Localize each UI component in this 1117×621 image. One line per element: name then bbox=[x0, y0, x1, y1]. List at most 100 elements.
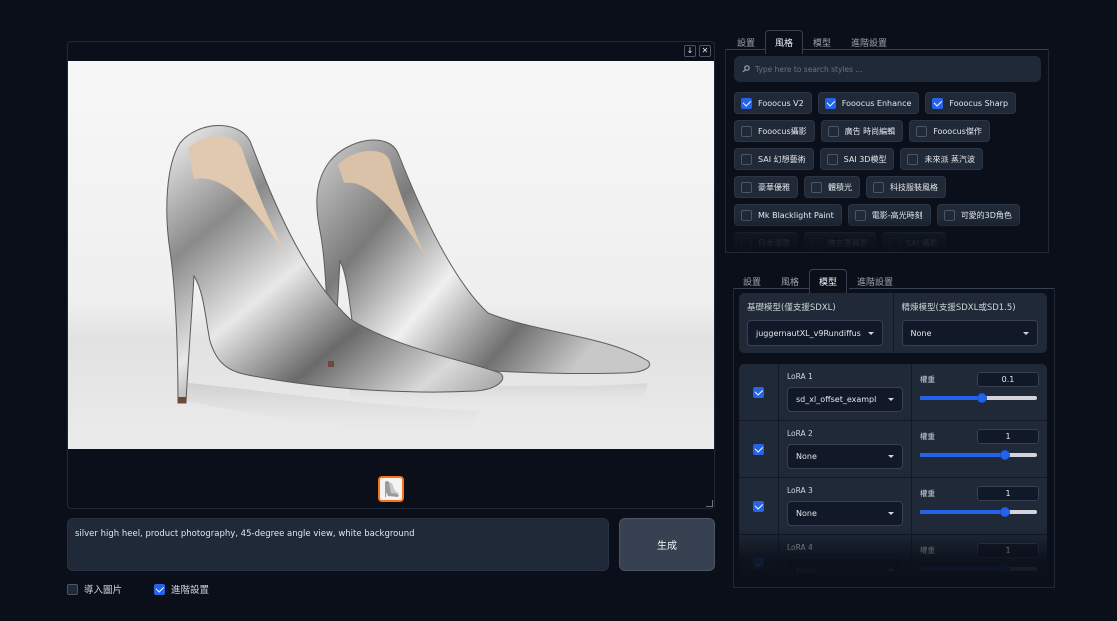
generate-button[interactable]: 生成 bbox=[619, 518, 715, 571]
lora-value: None bbox=[796, 452, 817, 461]
lora-enable-checkbox[interactable] bbox=[753, 443, 764, 455]
resize-handle[interactable] bbox=[706, 500, 713, 507]
style-search[interactable] bbox=[734, 56, 1041, 82]
lora-enable-cell bbox=[739, 478, 779, 534]
style-chip[interactable]: Mk Blacklight Paint bbox=[734, 204, 842, 226]
lora-dropdown[interactable]: None bbox=[787, 558, 903, 583]
chevron-down-icon bbox=[888, 512, 894, 515]
style-chip[interactable]: 未來派 蒸汽波 bbox=[900, 148, 984, 170]
advanced-checkbox[interactable] bbox=[154, 583, 165, 595]
slider-handle[interactable] bbox=[1000, 564, 1011, 574]
download-icon[interactable]: ↓ bbox=[684, 45, 696, 57]
weight-slider[interactable] bbox=[920, 564, 1037, 574]
chevron-down-icon bbox=[888, 569, 894, 572]
style-checkbox[interactable] bbox=[873, 181, 884, 193]
style-checkbox[interactable] bbox=[741, 97, 752, 109]
style-chip-label: 豪華優雅 bbox=[758, 182, 790, 192]
style-chip-label: 隋古董攝影 bbox=[828, 238, 868, 248]
lora-weight-cell: 權重 1 bbox=[912, 421, 1047, 477]
preview-image[interactable] bbox=[68, 61, 714, 449]
style-checkbox[interactable] bbox=[741, 125, 752, 137]
gallery-thumbnail[interactable] bbox=[378, 476, 404, 502]
weight-input[interactable]: 0.1 bbox=[977, 372, 1039, 387]
base-model-dropdown[interactable]: juggernautXL_v9Rundiffus bbox=[747, 320, 883, 346]
style-chip-row: Fooocus攝影 廣告 時尚編輯 Fooocus傑作 bbox=[734, 120, 1046, 142]
slider-handle[interactable] bbox=[1000, 450, 1011, 460]
refiner-model-value: None bbox=[910, 328, 932, 338]
style-chip[interactable]: SAI 攝影 bbox=[882, 232, 946, 252]
advanced-option[interactable]: 進階設置 bbox=[154, 582, 209, 596]
style-chip[interactable]: 隋古董攝影 bbox=[804, 232, 876, 252]
chevron-down-icon bbox=[868, 331, 874, 335]
lora-row: LoRA 2 None 權重 1 bbox=[739, 421, 1047, 478]
style-chip[interactable]: 體積光 bbox=[804, 176, 860, 198]
style-checkbox[interactable] bbox=[943, 209, 955, 221]
image-gallery: ↓ ✕ bbox=[67, 41, 715, 509]
close-icon[interactable]: ✕ bbox=[699, 45, 711, 57]
style-checkbox[interactable] bbox=[741, 237, 752, 249]
style-chip[interactable]: 電影-高光時刻 bbox=[847, 204, 931, 226]
style-chip[interactable]: Fooocus傑作 bbox=[909, 120, 990, 142]
style-checkbox[interactable] bbox=[932, 97, 944, 109]
lora-dropdown[interactable]: None bbox=[787, 444, 903, 469]
style-checkbox[interactable] bbox=[889, 237, 900, 249]
lora-enable-checkbox[interactable] bbox=[753, 557, 764, 569]
style-checkbox[interactable] bbox=[741, 181, 752, 193]
style-checkbox[interactable] bbox=[907, 153, 919, 165]
style-chip-row: SAI 幻想藝術 SAI 3D模型 未來派 蒸汽波 bbox=[734, 148, 1046, 170]
weight-label: 權重 bbox=[920, 432, 935, 441]
style-chip[interactable]: 可愛的3D角色 bbox=[936, 204, 1020, 226]
style-checkbox[interactable] bbox=[854, 209, 866, 221]
style-checkbox[interactable] bbox=[811, 237, 822, 249]
lora-dropdown[interactable]: None bbox=[787, 501, 903, 526]
style-chip[interactable]: Fooocus攝影 bbox=[734, 120, 815, 142]
style-chip-label: SAI 幻想藝術 bbox=[758, 154, 806, 164]
style-chip[interactable]: 日本漫畫 bbox=[734, 232, 798, 252]
style-search-input[interactable] bbox=[755, 64, 1035, 74]
style-checkbox[interactable] bbox=[811, 181, 822, 193]
lora-enable-checkbox[interactable] bbox=[753, 500, 764, 512]
style-chip[interactable]: SAI 幻想藝術 bbox=[734, 148, 814, 170]
weight-slider[interactable] bbox=[920, 450, 1037, 460]
lora-weight-cell: 權重 1 bbox=[912, 535, 1047, 587]
style-panel: Fooocus V2Fooocus Enhance Fooocus Sharp Fo… bbox=[725, 49, 1049, 253]
slider-handle[interactable] bbox=[1000, 507, 1011, 517]
style-chip[interactable]: Fooocus Enhance bbox=[817, 92, 920, 114]
style-chip[interactable]: 科技服裝風格 bbox=[866, 176, 946, 198]
input-image-option[interactable]: 導入圖片 bbox=[67, 582, 122, 596]
lora-list: LoRA 1 sd_xl_offset_exampl 權重 0.1 LoRA 2 None… bbox=[739, 364, 1047, 587]
gallery-toolbar: ↓ ✕ bbox=[684, 45, 711, 57]
weight-slider[interactable] bbox=[920, 507, 1037, 517]
style-checkbox[interactable] bbox=[741, 153, 752, 165]
style-checkbox[interactable] bbox=[741, 209, 752, 221]
thumbnail-heels-icon bbox=[385, 480, 399, 497]
weight-input[interactable]: 1 bbox=[977, 543, 1039, 558]
style-checkbox[interactable] bbox=[916, 125, 928, 137]
lora-label: LoRA 4 bbox=[787, 543, 813, 552]
slider-handle[interactable] bbox=[977, 393, 987, 403]
lora-row: LoRA 1 sd_xl_offset_exampl 權重 0.1 bbox=[739, 364, 1047, 421]
chevron-down-icon bbox=[888, 455, 894, 458]
prompt-input[interactable]: silver high heel, product photography, 4… bbox=[67, 518, 609, 571]
weight-input[interactable]: 1 bbox=[977, 429, 1039, 444]
lora-dropdown[interactable]: sd_xl_offset_exampl bbox=[787, 387, 903, 412]
style-chip[interactable]: 豪華優雅 bbox=[734, 176, 798, 198]
style-chip[interactable]: Fooocus Sharp bbox=[925, 92, 1017, 114]
weight-input[interactable]: 1 bbox=[977, 486, 1039, 501]
model-panel: 基礎模型(僅支援SDXL) juggernautXL_v9Rundiffus 精… bbox=[733, 288, 1055, 588]
style-checkbox[interactable] bbox=[826, 153, 838, 165]
style-chip-label: SAI 3D模型 bbox=[843, 154, 887, 164]
style-chip-label: Fooocus Sharp bbox=[949, 98, 1009, 108]
refiner-model-dropdown[interactable]: None bbox=[901, 320, 1038, 346]
style-chip[interactable]: Fooocus V2 bbox=[734, 92, 812, 114]
lora-enable-checkbox[interactable] bbox=[753, 386, 764, 398]
input-image-checkbox[interactable] bbox=[67, 583, 78, 595]
style-checkbox[interactable] bbox=[827, 125, 839, 137]
style-chip[interactable]: SAI 3D模型 bbox=[819, 148, 895, 170]
lora-enable-cell bbox=[739, 421, 779, 477]
lora-label: LoRA 3 bbox=[787, 486, 813, 495]
weight-slider[interactable] bbox=[920, 393, 1037, 403]
lora-weight-cell: 權重 0.1 bbox=[912, 364, 1047, 420]
style-checkbox[interactable] bbox=[824, 97, 836, 109]
style-chip[interactable]: 廣告 時尚編輯 bbox=[820, 120, 904, 142]
